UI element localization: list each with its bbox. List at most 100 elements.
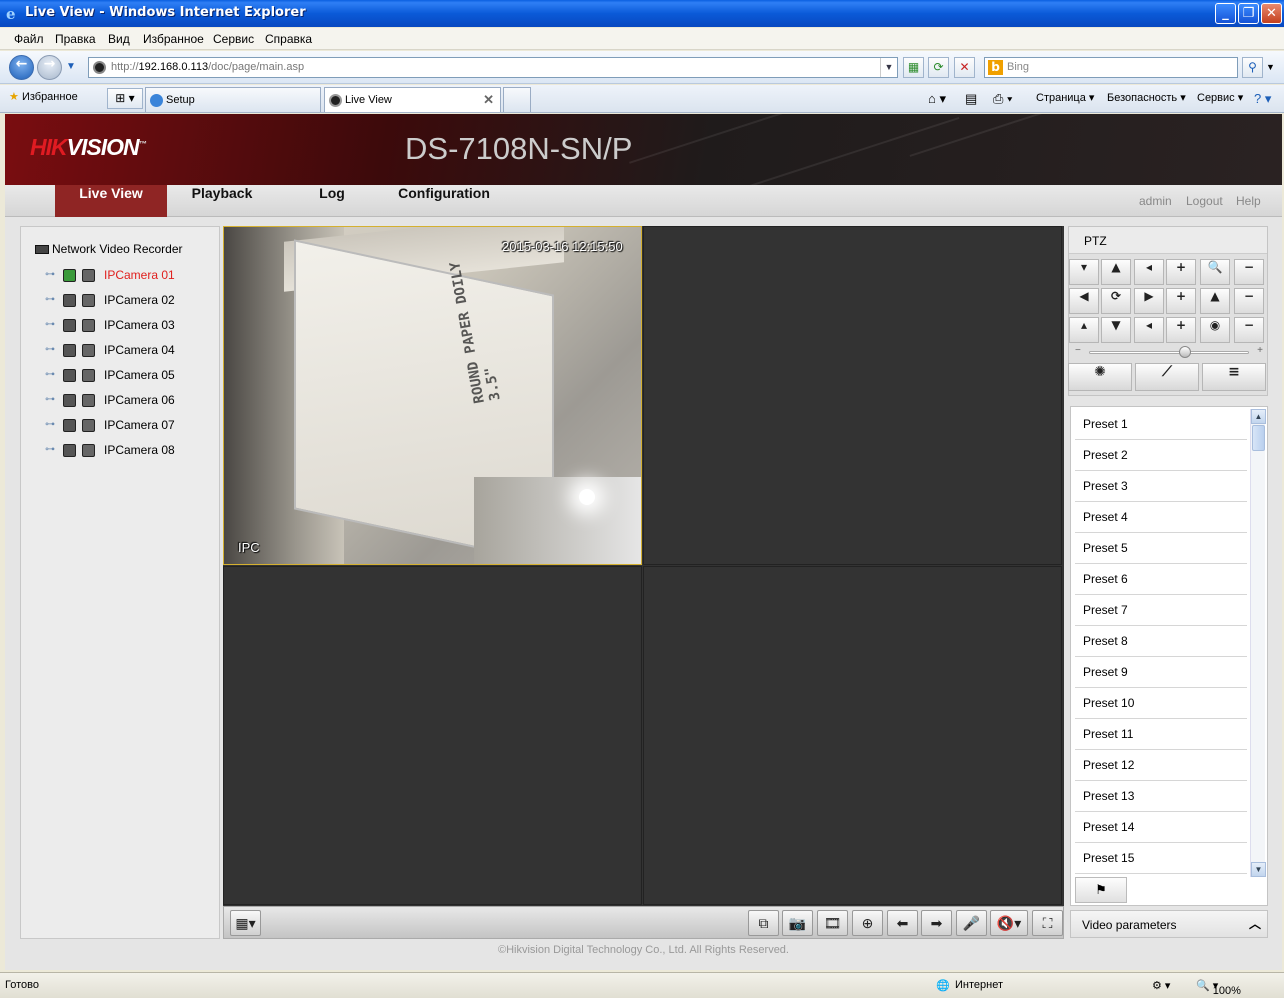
ptz-left-icon[interactable]: ◀ xyxy=(1069,288,1099,314)
new-tab-button[interactable] xyxy=(503,87,531,112)
preset-item[interactable]: Preset 8 xyxy=(1075,626,1247,657)
feeds-icon[interactable]: ▤ xyxy=(965,91,977,107)
ptz-down-right-icon[interactable]: ◂ xyxy=(1134,317,1164,343)
tools-menu[interactable]: Сервис ▾ xyxy=(1197,91,1243,104)
record-icon[interactable] xyxy=(82,269,95,282)
preset-item[interactable]: Preset 3 xyxy=(1075,471,1247,502)
preset-item[interactable]: Preset 5 xyxy=(1075,533,1247,564)
focus-icon[interactable]: ▲ xyxy=(1200,288,1230,314)
camera-icon[interactable] xyxy=(63,444,76,457)
stop-all-icon[interactable]: ⧉ xyxy=(748,910,779,936)
menu-icon[interactable]: ≡ xyxy=(1202,363,1266,391)
preset-scrollbar[interactable]: ▲ ▼ xyxy=(1250,409,1266,877)
previous-page-icon[interactable]: ⬅ xyxy=(887,910,918,936)
preset-item[interactable]: Preset 1 xyxy=(1075,409,1247,440)
menu-view[interactable]: Вид xyxy=(108,32,130,46)
focus-out-icon[interactable]: − xyxy=(1234,288,1264,314)
scroll-down-icon[interactable]: ▼ xyxy=(1251,862,1266,877)
call-preset-icon[interactable]: ⚑ xyxy=(1075,877,1127,903)
search-box[interactable]: b Bing xyxy=(984,57,1238,78)
digital-zoom-icon[interactable]: ⊕ xyxy=(852,910,883,936)
camera-icon[interactable] xyxy=(63,369,76,382)
protected-mode-icon[interactable]: ⚙ ▾ xyxy=(1152,979,1170,992)
zoom-in-icon[interactable]: + xyxy=(1166,259,1196,285)
refresh-icon[interactable]: ⟳ xyxy=(928,57,949,78)
stop-icon[interactable]: ✕ xyxy=(954,57,975,78)
tree-root[interactable]: Network Video Recorder xyxy=(35,242,183,256)
maximize-button[interactable]: ❐ xyxy=(1238,3,1259,24)
preset-item[interactable]: Preset 9 xyxy=(1075,657,1247,688)
microphone-icon[interactable]: 🎤 xyxy=(956,910,987,936)
scroll-thumb[interactable] xyxy=(1252,425,1265,451)
zoom-level[interactable]: 🔍 100% ▾ xyxy=(1196,979,1241,997)
capture-icon[interactable]: 📷 xyxy=(782,910,813,936)
compatibility-view-icon[interactable]: ▦ xyxy=(903,57,924,78)
close-button[interactable]: ✕ xyxy=(1261,3,1282,24)
preset-item[interactable]: Preset 4 xyxy=(1075,502,1247,533)
page-menu[interactable]: Страница ▾ xyxy=(1036,91,1094,104)
ptz-up-icon[interactable]: ▲ xyxy=(1101,259,1131,285)
preset-item[interactable]: Preset 12 xyxy=(1075,750,1247,781)
menu-help[interactable]: Справка xyxy=(265,32,312,46)
preset-item[interactable]: Preset 7 xyxy=(1075,595,1247,626)
focus-in-icon[interactable]: + xyxy=(1166,288,1196,314)
menu-favorites[interactable]: Избранное xyxy=(143,32,204,46)
fullscreen-icon[interactable]: ⛶ xyxy=(1032,910,1063,936)
slider-knob[interactable] xyxy=(1179,346,1191,358)
record-icon[interactable] xyxy=(82,394,95,407)
preset-item[interactable]: Preset 6 xyxy=(1075,564,1247,595)
forward-button[interactable]: → xyxy=(37,55,62,80)
tab-live-view[interactable]: Live View ✕ xyxy=(324,87,501,112)
ptz-down-left-icon[interactable]: ▴ xyxy=(1069,317,1099,343)
ptz-right-icon[interactable]: ▶ xyxy=(1134,288,1164,314)
preset-item[interactable]: Preset 2 xyxy=(1075,440,1247,471)
print-icon[interactable]: ⎙ ▾ xyxy=(993,91,1012,107)
ptz-auto-icon[interactable]: ⟳ xyxy=(1101,288,1131,314)
ptz-speed-slider[interactable]: − + xyxy=(1075,345,1263,359)
ptz-up-left-icon[interactable]: ▾ xyxy=(1069,259,1099,285)
tab-playback[interactable]: Playback xyxy=(168,185,276,217)
iris-open-icon[interactable]: + xyxy=(1166,317,1196,343)
record-icon[interactable]: 🎞 xyxy=(817,910,848,936)
logout-link[interactable]: Logout xyxy=(1186,194,1223,208)
tab-live-view-nav[interactable]: Live View xyxy=(55,185,167,217)
help-icon[interactable]: ? ▾ xyxy=(1254,91,1271,107)
camera-icon[interactable] xyxy=(63,394,76,407)
tab-setup[interactable]: Setup xyxy=(145,87,321,112)
camera-icon[interactable] xyxy=(63,419,76,432)
video-pane-3[interactable] xyxy=(223,566,642,905)
preset-item[interactable]: Preset 14 xyxy=(1075,812,1247,843)
record-icon[interactable] xyxy=(82,294,95,307)
menu-tools[interactable]: Сервис xyxy=(213,32,254,46)
address-dropdown-icon[interactable]: ▼ xyxy=(880,58,897,77)
minimize-button[interactable]: _ xyxy=(1215,3,1236,24)
light-icon[interactable]: ✺ xyxy=(1068,363,1132,391)
search-options-icon[interactable]: ▼ xyxy=(1266,62,1275,72)
safety-menu[interactable]: Безопасность ▾ xyxy=(1107,91,1186,104)
zoom-icon[interactable]: 🔍 xyxy=(1200,259,1230,285)
close-tab-icon[interactable]: ✕ xyxy=(483,92,494,108)
iris-icon[interactable]: ◉ xyxy=(1200,317,1230,343)
audio-mute-icon[interactable]: 🔇▾ xyxy=(990,910,1028,936)
tab-configuration[interactable]: Configuration xyxy=(388,185,500,217)
scroll-up-icon[interactable]: ▲ xyxy=(1251,409,1266,424)
play-icon[interactable] xyxy=(63,269,76,282)
record-icon[interactable] xyxy=(82,369,95,382)
preset-item[interactable]: Preset 13 xyxy=(1075,781,1247,812)
help-link[interactable]: Help xyxy=(1236,194,1261,208)
preset-item[interactable]: Preset 15 xyxy=(1075,843,1247,874)
search-icon[interactable]: ⚲ xyxy=(1242,57,1263,78)
camera-icon[interactable] xyxy=(63,319,76,332)
home-icon[interactable]: ⌂ ▾ xyxy=(928,91,946,107)
zoom-out-icon[interactable]: − xyxy=(1234,259,1264,285)
preset-item[interactable]: Preset 11 xyxy=(1075,719,1247,750)
preset-item[interactable]: Preset 10 xyxy=(1075,688,1247,719)
back-button[interactable]: ← xyxy=(9,55,34,80)
history-dropdown-icon[interactable]: ▼ xyxy=(66,61,76,72)
menu-edit[interactable]: Правка xyxy=(55,32,96,46)
tab-log[interactable]: Log xyxy=(278,185,386,217)
record-icon[interactable] xyxy=(82,319,95,332)
video-parameters-toggle[interactable]: Video parameters ︿ xyxy=(1070,910,1268,938)
next-page-icon[interactable]: ➡ xyxy=(921,910,952,936)
menu-file[interactable]: Файл xyxy=(14,32,44,46)
